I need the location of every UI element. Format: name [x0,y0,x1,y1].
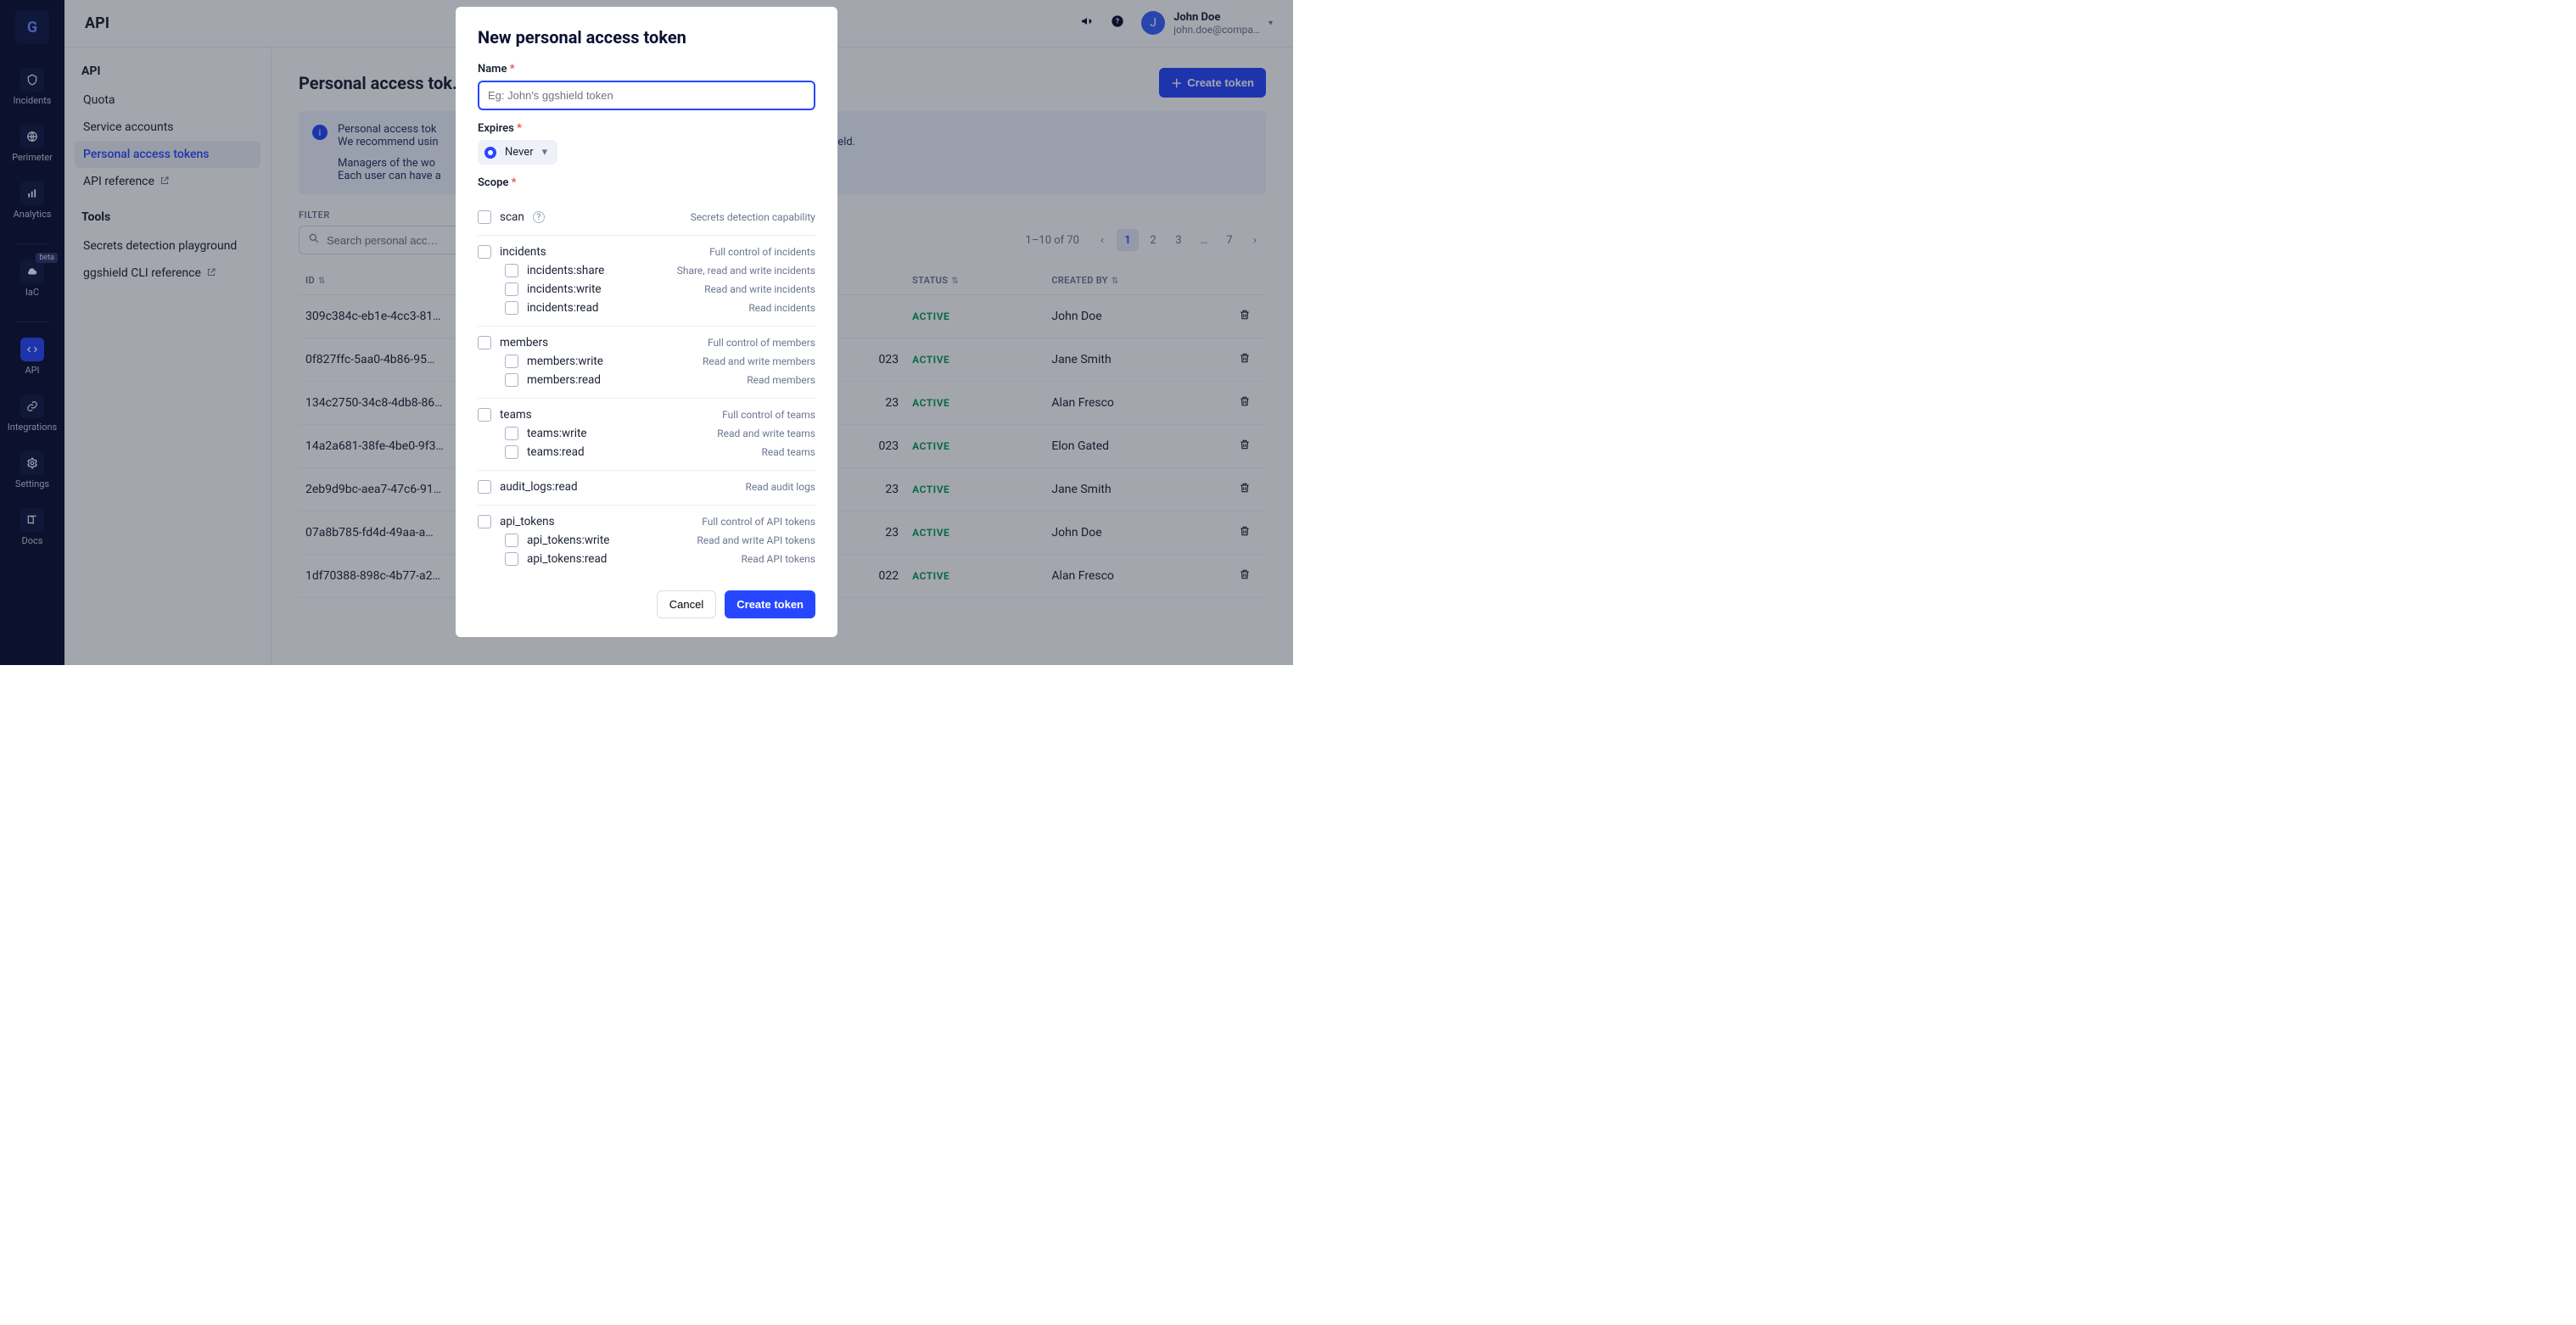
scope-checkbox[interactable] [478,515,491,528]
name-label: Name * [478,63,815,75]
scope-desc: Read and write members [703,355,815,367]
scope-desc: Full control of teams [722,409,815,421]
chevron-down-icon: ▾ [542,146,548,159]
scope-desc: Full control of incidents [709,246,815,258]
scope-name: teams:read [527,445,585,459]
scope-desc: Full control of API tokens [702,516,815,528]
scope-desc: Read and write API tokens [697,534,815,546]
scope-name: scan [500,210,524,224]
token-name-input[interactable] [478,81,815,110]
scope-checkbox[interactable] [478,480,491,494]
scope-checkbox[interactable] [505,355,518,368]
scope-name: api_tokens:read [527,552,607,566]
cancel-button[interactable]: Cancel [657,590,716,618]
modal-title: New personal access token [478,27,815,48]
scope-name: audit_logs:read [500,480,578,494]
modal-overlay: New personal access token Name * Expires… [0,0,1293,665]
scope-desc: Read and write incidents [704,283,815,295]
scope-name: api_tokens:write [527,534,609,547]
scope-list: scan ? Secrets detection capability inci… [478,201,815,577]
scope-name: members:write [527,355,603,368]
scope-desc: Read incidents [748,302,815,314]
scope-name: members [500,336,548,349]
scope-desc: Read audit logs [746,481,815,493]
scope-name: api_tokens [500,515,555,528]
scope-desc: Full control of members [708,337,815,349]
scope-checkbox[interactable] [505,282,518,296]
scope-checkbox[interactable] [505,552,518,566]
scope-desc: Read teams [761,446,815,458]
scope-desc: Read and write teams [717,428,815,439]
scope-desc: Share, read and write incidents [677,265,815,277]
expires-label: Expires * [478,122,815,135]
scope-checkbox[interactable] [478,408,491,422]
scope-checkbox[interactable] [478,336,491,349]
scope-desc: Read API tokens [742,553,815,565]
scope-name: teams [500,408,532,422]
scope-label: Scope * [478,176,815,189]
scope-name: incidents:write [527,282,602,296]
scope-name: incidents [500,245,546,259]
scope-desc: Secrets detection capability [691,211,815,223]
scope-checkbox[interactable] [505,373,518,387]
scope-name: teams:write [527,427,587,440]
submit-create-token-button[interactable]: Create token [725,590,815,618]
scope-checkbox[interactable] [478,210,491,224]
scope-checkbox[interactable] [505,445,518,459]
scope-desc: Read members [747,374,815,386]
help-icon[interactable]: ? [533,211,545,223]
create-token-modal: New personal access token Name * Expires… [456,7,837,637]
scope-checkbox[interactable] [505,534,518,547]
scope-checkbox[interactable] [478,245,491,259]
radio-selected-icon [484,147,496,159]
scope-checkbox[interactable] [505,301,518,315]
scope-checkbox[interactable] [505,264,518,277]
scope-name: members:read [527,373,601,387]
expires-select[interactable]: Never ▾ [478,140,557,165]
scope-name: incidents:share [527,264,604,277]
scope-name: incidents:read [527,301,599,315]
scope-checkbox[interactable] [505,427,518,440]
